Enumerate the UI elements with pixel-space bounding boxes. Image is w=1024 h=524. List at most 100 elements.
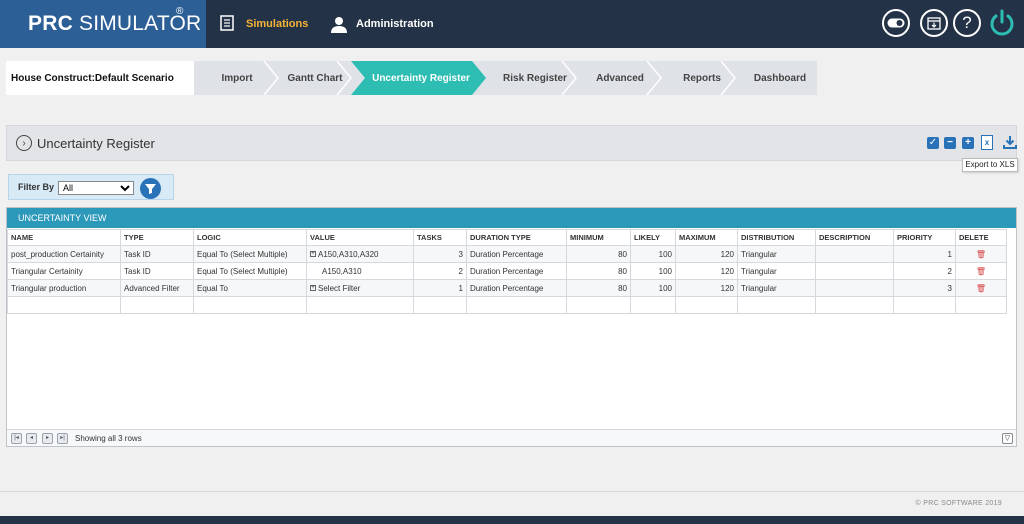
- nav-simulations[interactable]: Simulations: [220, 14, 308, 34]
- step-advanced[interactable]: Advanced: [578, 61, 662, 95]
- column-header-type[interactable]: TYPE: [120, 229, 194, 246]
- expand-icon[interactable]: +: [310, 251, 316, 258]
- calendar-download-icon[interactable]: [920, 9, 948, 37]
- step-reports[interactable]: Reports: [664, 61, 740, 95]
- brand-logo[interactable]: PRC SIMULATOR ®: [0, 0, 206, 48]
- project-scenario-label: House Construct : Default Scenario: [6, 61, 194, 95]
- cell-description[interactable]: [815, 245, 894, 263]
- cell-duration-type[interactable]: Duration Percentage: [466, 279, 567, 297]
- cell-likely[interactable]: 100: [630, 279, 676, 297]
- column-header-duration-type[interactable]: DURATION TYPE: [466, 229, 567, 246]
- cell-logic[interactable]: Equal To: [193, 279, 307, 297]
- cell-distribution[interactable]: Triangular: [737, 245, 816, 263]
- cell-maximum[interactable]: 120: [675, 279, 738, 297]
- empty-cell[interactable]: [675, 296, 738, 314]
- step-gantt-chart[interactable]: Gantt Chart: [278, 61, 352, 95]
- cell-type[interactable]: Task ID: [120, 262, 194, 280]
- step-uncertainty-register[interactable]: Uncertainty Register: [356, 61, 486, 95]
- cell-description[interactable]: [815, 279, 894, 297]
- column-header-value[interactable]: VALUE: [306, 229, 414, 246]
- step-import[interactable]: Import: [198, 61, 276, 95]
- cell-value[interactable]: A150,A310: [306, 262, 414, 280]
- step-risk-register[interactable]: Risk Register: [492, 61, 578, 95]
- cell-maximum[interactable]: 120: [675, 262, 738, 280]
- cell-name[interactable]: Triangular production: [7, 279, 121, 297]
- step-dashboard[interactable]: Dashboard: [740, 61, 820, 95]
- empty-cell[interactable]: [306, 296, 414, 314]
- empty-cell[interactable]: [466, 296, 567, 314]
- cell-likely[interactable]: 100: [630, 262, 676, 280]
- column-header-name[interactable]: NAME: [7, 229, 121, 246]
- help-icon[interactable]: ?: [953, 9, 981, 37]
- filter-select[interactable]: All: [58, 181, 134, 195]
- cell-distribution[interactable]: Triangular: [737, 262, 816, 280]
- cell-priority[interactable]: 3: [893, 279, 956, 297]
- empty-cell[interactable]: [193, 296, 307, 314]
- column-header-maximum[interactable]: MAXIMUM: [675, 229, 738, 246]
- cell-value[interactable]: + Select Filter: [306, 279, 414, 297]
- bottom-bar: [0, 516, 1024, 524]
- chevron-right-icon[interactable]: ›: [16, 135, 32, 151]
- cell-duration-type[interactable]: Duration Percentage: [466, 245, 567, 263]
- empty-cell[interactable]: [893, 296, 956, 314]
- grid-filter-toggle-icon[interactable]: ▽: [1002, 433, 1013, 444]
- cell-maximum[interactable]: 120: [675, 245, 738, 263]
- trash-icon[interactable]: 🗑: [976, 250, 986, 259]
- nav-administration[interactable]: Administration: [330, 14, 434, 34]
- cell-distribution[interactable]: Triangular: [737, 279, 816, 297]
- check-all-icon[interactable]: ✓: [927, 137, 939, 149]
- cell-value-text: Select Filter: [318, 283, 361, 293]
- empty-new-row[interactable]: [7, 296, 1007, 314]
- empty-cell[interactable]: [737, 296, 816, 314]
- empty-cell[interactable]: [120, 296, 194, 314]
- empty-cell[interactable]: [413, 296, 467, 314]
- column-header-logic[interactable]: LOGIC: [193, 229, 307, 246]
- trash-icon[interactable]: 🗑: [976, 284, 986, 293]
- cell-name[interactable]: Triangular Certainity: [7, 262, 121, 280]
- cell-priority[interactable]: 1: [893, 245, 956, 263]
- filter-panel: Filter By All: [8, 174, 174, 200]
- cell-value-text: A150,A310,A320: [318, 249, 379, 259]
- toggle-icon[interactable]: [882, 9, 910, 37]
- cell-duration-type[interactable]: Duration Percentage: [466, 262, 567, 280]
- cell-value[interactable]: + A150,A310,A320: [306, 245, 414, 263]
- cell-minimum[interactable]: 80: [566, 262, 631, 280]
- cell-minimum[interactable]: 80: [566, 279, 631, 297]
- empty-cell[interactable]: [566, 296, 631, 314]
- power-icon[interactable]: [987, 8, 1017, 38]
- export-xls-icon[interactable]: x: [981, 135, 993, 150]
- table-row[interactable]: Triangular Certainity Task ID Equal To (…: [7, 262, 1007, 280]
- cell-priority[interactable]: 2: [893, 262, 956, 280]
- empty-cell[interactable]: [815, 296, 894, 314]
- empty-cell[interactable]: [955, 296, 1007, 314]
- collapse-icon[interactable]: −: [944, 137, 956, 149]
- prev-page-icon[interactable]: ◂: [26, 433, 37, 444]
- first-page-icon[interactable]: |◂: [11, 433, 22, 444]
- cell-name[interactable]: post_production Certainity: [7, 245, 121, 263]
- column-header-tasks[interactable]: TASKS: [413, 229, 467, 246]
- column-header-likely[interactable]: LIKELY: [630, 229, 676, 246]
- cell-minimum[interactable]: 80: [566, 245, 631, 263]
- next-page-icon[interactable]: ▸: [42, 433, 53, 444]
- last-page-icon[interactable]: ▸|: [57, 433, 68, 444]
- trash-icon[interactable]: 🗑: [976, 267, 986, 276]
- empty-cell[interactable]: [630, 296, 676, 314]
- column-header-minimum[interactable]: MINIMUM: [566, 229, 631, 246]
- empty-cell[interactable]: [7, 296, 121, 314]
- cell-logic[interactable]: Equal To (Select Multiple): [193, 262, 307, 280]
- cell-type[interactable]: Advanced Filter: [120, 279, 194, 297]
- cell-likely[interactable]: 100: [630, 245, 676, 263]
- table-row[interactable]: Triangular production Advanced Filter Eq…: [7, 279, 1007, 297]
- column-header-priority[interactable]: PRIORITY: [893, 229, 956, 246]
- column-header-description[interactable]: DESCRIPTION: [815, 229, 894, 246]
- cell-type[interactable]: Task ID: [120, 245, 194, 263]
- cell-description[interactable]: [815, 262, 894, 280]
- add-icon[interactable]: +: [962, 137, 974, 149]
- uncertainty-table: NAME TYPE LOGIC VALUE TASKS DURATION TYP…: [7, 229, 1007, 314]
- download-icon[interactable]: [1003, 135, 1017, 149]
- column-header-distribution[interactable]: DISTRIBUTION: [737, 229, 816, 246]
- filter-icon[interactable]: [140, 178, 161, 199]
- table-row[interactable]: post_production Certainity Task ID Equal…: [7, 245, 1007, 263]
- cell-logic[interactable]: Equal To (Select Multiple): [193, 245, 307, 263]
- expand-icon[interactable]: +: [310, 285, 316, 292]
